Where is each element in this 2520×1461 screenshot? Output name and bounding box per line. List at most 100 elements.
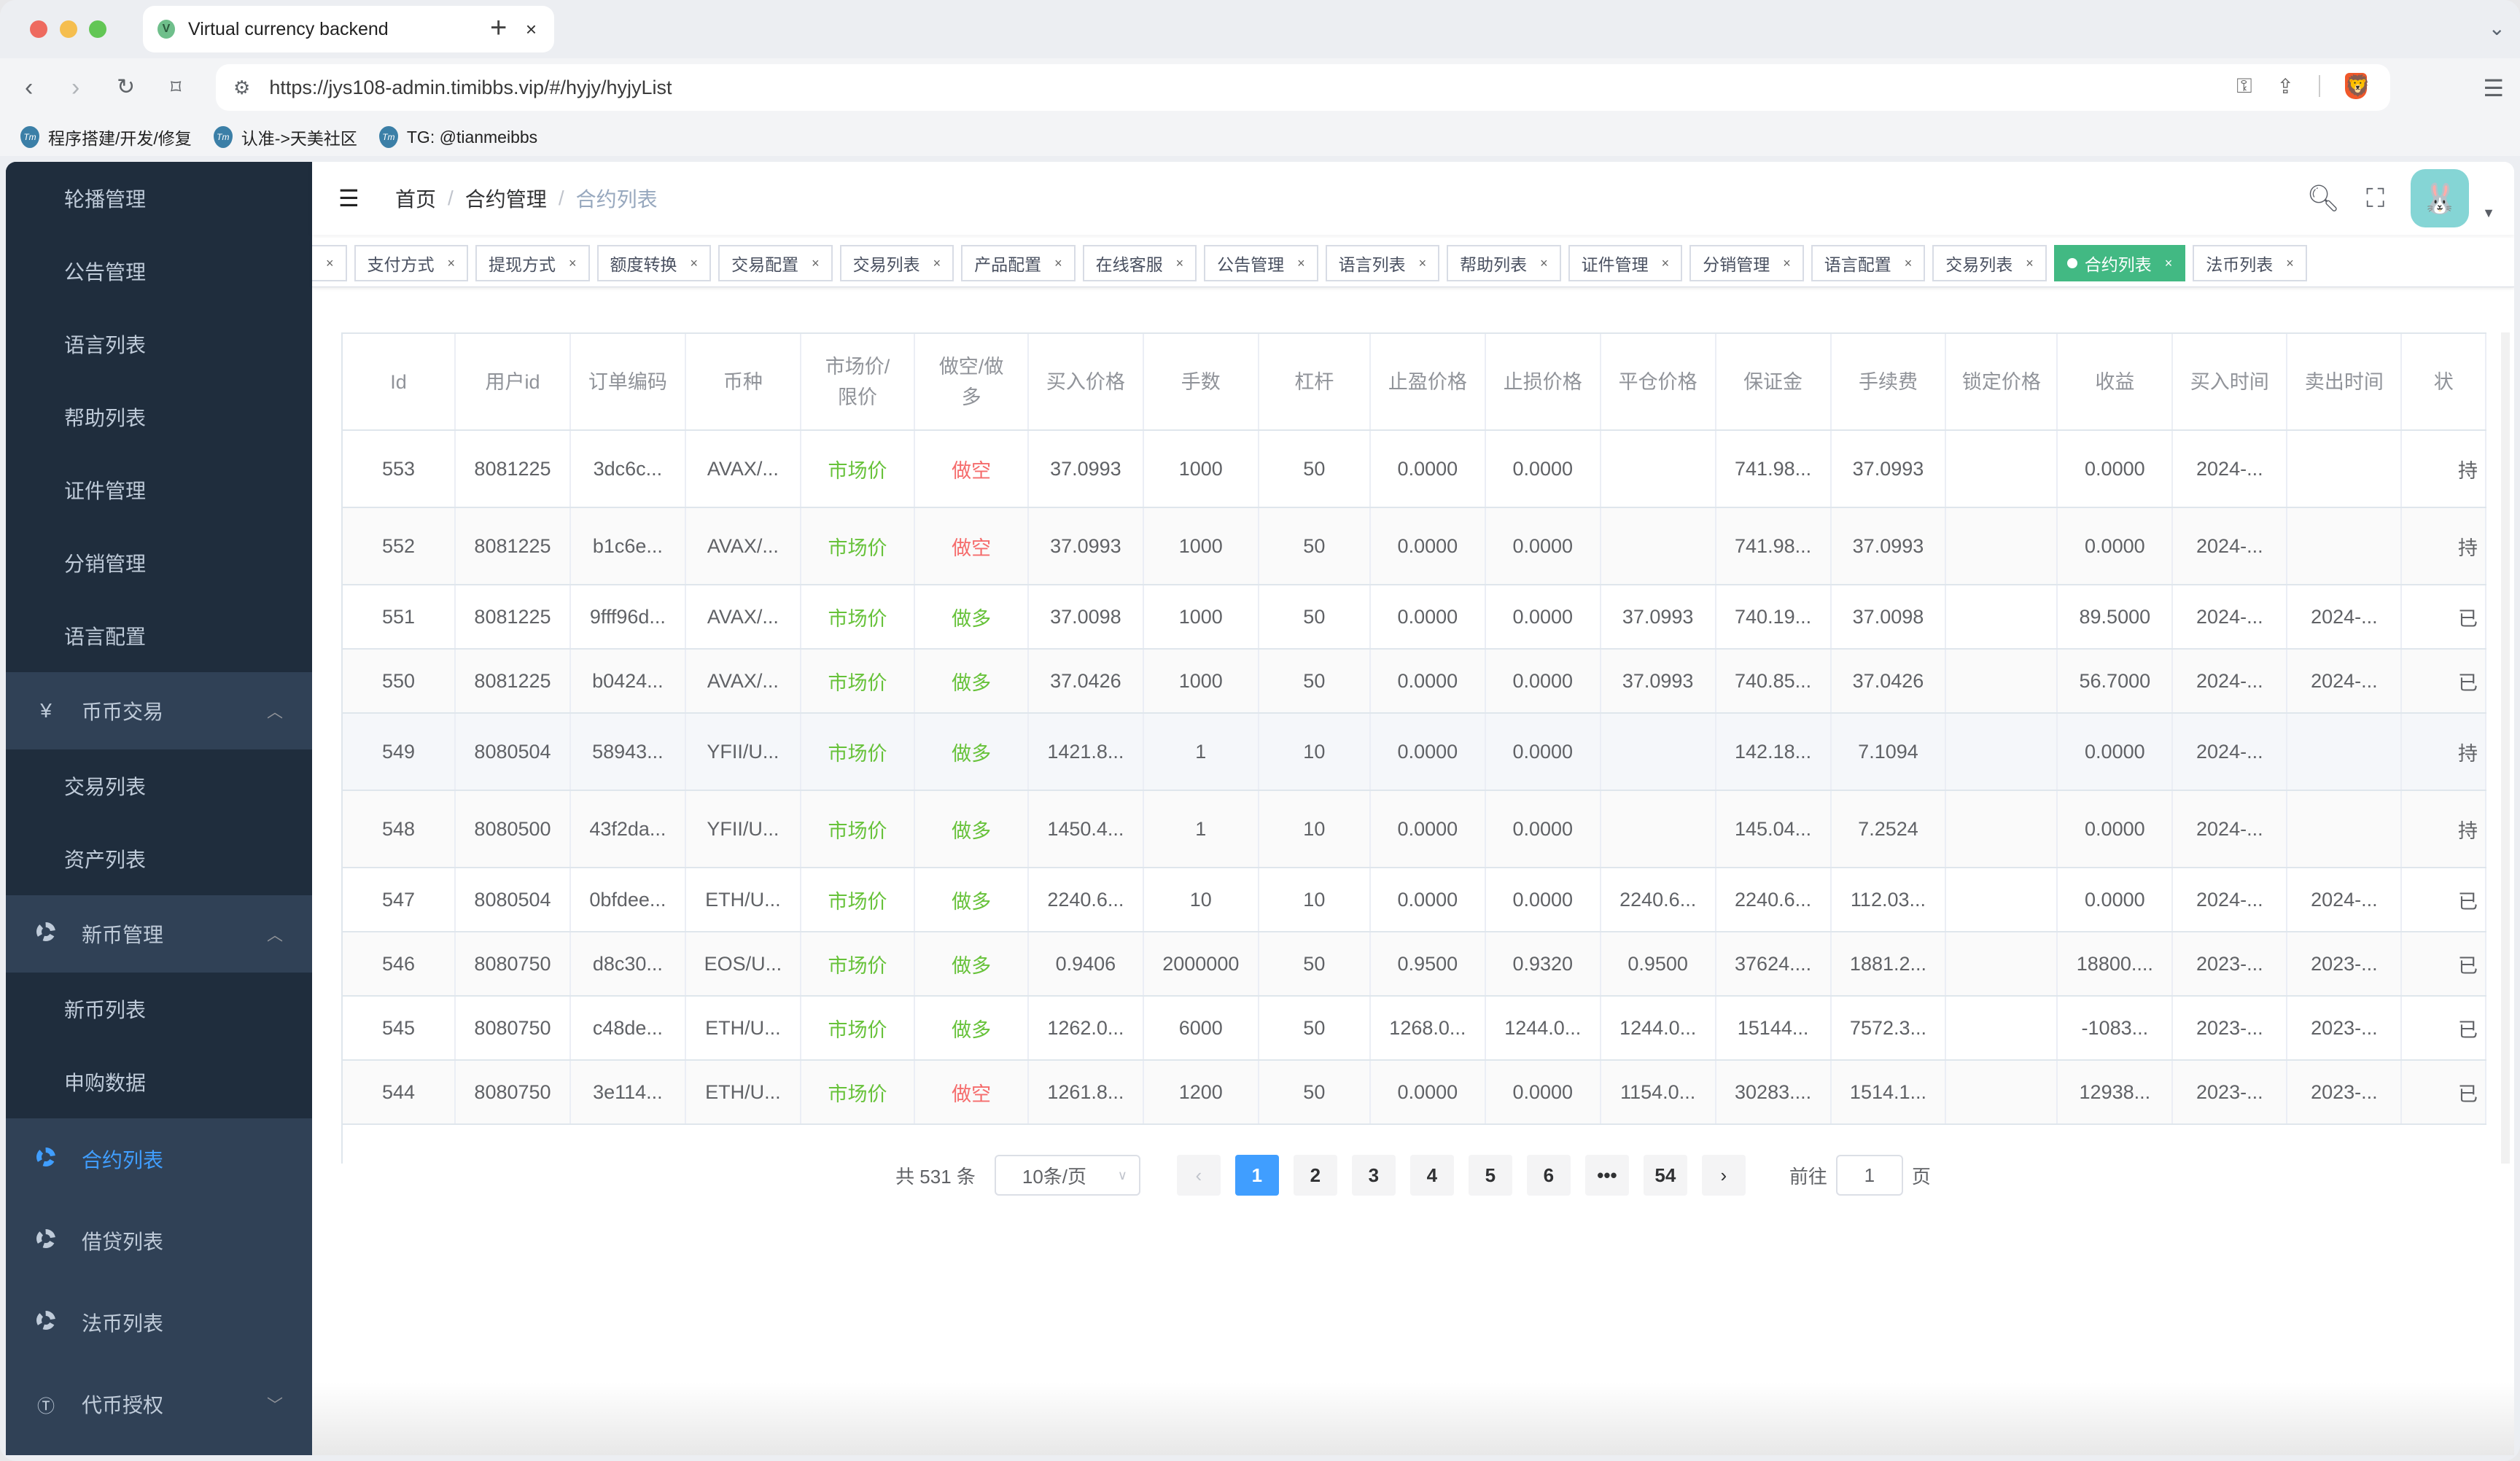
close-tag-icon[interactable]: × — [2165, 256, 2173, 271]
close-tag-icon[interactable]: × — [691, 256, 699, 271]
page-button-54[interactable]: 54 — [1643, 1155, 1687, 1196]
breadcrumb-contract-management[interactable]: 合约管理 — [465, 184, 547, 213]
key-icon[interactable]: ⚿ — [2236, 74, 2252, 98]
page-button-4[interactable]: 4 — [1409, 1155, 1454, 1196]
fullscreen-icon[interactable]: ⛶ — [2366, 183, 2384, 214]
sidebar-item-fiat-list[interactable]: 法币列表 — [6, 1282, 312, 1363]
page-button-6[interactable]: 6 — [1526, 1155, 1571, 1196]
more-pages-button[interactable]: ••• — [1584, 1155, 1629, 1196]
share-icon[interactable]: ⇪ — [2277, 74, 2294, 98]
close-tag-icon[interactable]: × — [1783, 256, 1791, 271]
sidebar-item-asset-list[interactable]: 资产列表 — [6, 822, 312, 895]
sidebar-group-coin-trading[interactable]: ¥ 币币交易 ︿ — [6, 672, 312, 749]
goto-page-input[interactable] — [1835, 1155, 1903, 1196]
page-size-select[interactable]: 10条/页 ∨ — [994, 1155, 1140, 1196]
close-tag-icon[interactable]: × — [326, 256, 334, 271]
brave-shield-icon[interactable]: 🦁 — [2345, 73, 2371, 99]
close-tag-icon[interactable]: × — [1176, 256, 1184, 271]
page-button-1[interactable]: 1 — [1234, 1155, 1279, 1196]
close-tag-icon[interactable]: × — [569, 256, 577, 271]
tag-15[interactable]: 合约列表 × — [2053, 245, 2186, 281]
close-tag-icon[interactable]: × — [448, 256, 456, 271]
tag-9[interactable]: 语言列表 × — [1325, 245, 1440, 281]
sidebar-group-token-auth[interactable]: Ⓣ 代币授权 ﹀ — [6, 1363, 312, 1445]
tag-11[interactable]: 证件管理 × — [1568, 245, 1683, 281]
avatar[interactable]: 🐰 — [2411, 169, 2470, 227]
table-row[interactable]: 551 8081225 9fff96d... AVAX/... 市场价 做多 37.0098… — [343, 585, 2486, 650]
tag-13[interactable]: 语言配置 × — [1811, 245, 1926, 281]
sidebar-item-subscription-data[interactable]: 申购数据 — [6, 1045, 312, 1118]
sidebar-item-contract-list[interactable]: 合约列表 — [6, 1118, 312, 1200]
hamburger-icon[interactable]: ☰ — [338, 187, 359, 210]
next-page-button[interactable]: › — [1701, 1155, 1746, 1196]
tag-0[interactable]: 录× — [312, 245, 347, 281]
close-tag-icon[interactable]: × — [1905, 256, 1913, 271]
close-window-button[interactable] — [30, 20, 47, 38]
close-tag-icon[interactable]: × — [1540, 256, 1548, 271]
sidebar-item-languages[interactable]: 语言列表 — [6, 308, 312, 381]
close-tag-icon[interactable]: × — [812, 256, 820, 271]
maximize-window-button[interactable] — [89, 20, 106, 38]
page-button-5[interactable]: 5 — [1468, 1155, 1512, 1196]
tag-7[interactable]: 在线客服 × — [1082, 245, 1197, 281]
sidebar-item-language-config[interactable]: 语言配置 — [6, 599, 312, 672]
table-row[interactable]: 548 8080500 43f2da... YFII/U... 市场价 做多 1450.4.… — [343, 790, 2486, 868]
tag-6[interactable]: 产品配置 × — [961, 245, 1076, 281]
tag-5[interactable]: 交易列表 × — [839, 245, 954, 281]
page-button-2[interactable]: 2 — [1293, 1155, 1337, 1196]
sidebar-item-announcements[interactable]: 公告管理 — [6, 235, 312, 308]
address-bar[interactable]: ⚙ https://jys108-admin.timibbs.vip/#/hyj… — [216, 64, 2390, 111]
sidebar-item-loan-list[interactable]: 借贷列表 — [6, 1200, 312, 1282]
close-tab-icon[interactable]: × — [526, 18, 537, 41]
close-tag-icon[interactable]: × — [1054, 256, 1062, 271]
tag-8[interactable]: 公告管理 × — [1204, 245, 1318, 281]
tag-3[interactable]: 额度转换 × — [596, 245, 712, 281]
tag-10[interactable]: 帮助列表 × — [1447, 245, 1561, 281]
bookmark-item[interactable]: Tm 程序搭建/开发/修复 — [20, 125, 192, 149]
prev-page-button[interactable]: ‹ — [1176, 1155, 1221, 1196]
tag-14[interactable]: 交易列表 × — [1932, 245, 2047, 281]
caret-down-icon[interactable]: ▼ — [2482, 206, 2495, 221]
tag-1[interactable]: 支付方式 × — [354, 245, 469, 281]
tag-2[interactable]: 提现方式 × — [475, 245, 590, 281]
site-settings-icon[interactable]: ⚙ — [233, 77, 250, 99]
sidebar-item-new-coin-list[interactable]: 新币列表 — [6, 973, 312, 1045]
tag-12[interactable]: 分销管理 × — [1689, 245, 1804, 281]
sidebar-group-new-coin[interactable]: 新币管理 ︿ — [6, 895, 312, 973]
close-tag-icon[interactable]: × — [2286, 256, 2294, 271]
table-scrollbar[interactable] — [2501, 332, 2510, 1164]
table-row[interactable]: 553 8081225 3dc6c... AVAX/... 市场价 做空 37.0993 10… — [343, 430, 2486, 508]
bookmark-item[interactable]: Tm TG: @tianmeibbs — [378, 126, 537, 148]
table-row[interactable]: 546 8080750 d8c30... EOS/U... 市场价 做多 0.9406 200… — [343, 932, 2486, 997]
forward-icon[interactable]: › — [71, 73, 79, 102]
back-icon[interactable]: ‹ — [25, 73, 33, 102]
page-button-3[interactable]: 3 — [1351, 1155, 1396, 1196]
search-icon[interactable]: 🔍︎ — [2306, 183, 2340, 214]
close-tag-icon[interactable]: × — [1419, 256, 1427, 271]
minimize-window-button[interactable] — [60, 20, 77, 38]
sidebar-item-distribution[interactable]: 分销管理 — [6, 526, 312, 599]
sidebar-item-help[interactable]: 帮助列表 — [6, 381, 312, 453]
table-row[interactable]: 544 8080750 3e114... ETH/U... 市场价 做空 1261.8...… — [343, 1060, 2486, 1125]
sidebar-item-documents[interactable]: 证件管理 — [6, 453, 312, 526]
bookmark-icon[interactable]: ⌑ — [171, 73, 181, 102]
table-row[interactable]: 552 8081225 b1c6e... AVAX/... 市场价 做空 37.0993 10… — [343, 507, 2486, 585]
sidebar-item-trade-list[interactable]: 交易列表 — [6, 749, 312, 822]
table-row[interactable]: 545 8080750 c48de... ETH/U... 市场价 做多 1262.0...… — [343, 996, 2486, 1061]
url-text[interactable]: https://jys108-admin.timibbs.vip/#/hyjy/… — [269, 77, 672, 99]
new-tab-button[interactable]: + — [490, 13, 507, 42]
sidebar-item-carousel[interactable]: 轮播管理 — [6, 162, 312, 235]
browser-menu-icon[interactable]: ☰ — [2483, 74, 2504, 102]
close-tag-icon[interactable]: × — [1297, 256, 1305, 271]
bookmark-item[interactable]: Tm 认准->天美社区 — [213, 125, 357, 149]
close-tag-icon[interactable]: × — [933, 256, 941, 271]
tag-16[interactable]: 法币列表 × — [2193, 245, 2307, 281]
table-row[interactable]: 547 8080504 0bfdee... ETH/U... 市场价 做多 2240.6..… — [343, 868, 2486, 932]
tag-4[interactable]: 交易配置 × — [718, 245, 833, 281]
table-row[interactable]: 549 8080504 58943... YFII/U... 市场价 做多 1421.8..… — [343, 713, 2486, 791]
chevron-down-icon[interactable]: ⌄ — [2489, 16, 2505, 40]
table-row[interactable]: 550 8081225 b0424... AVAX/... 市场价 做多 37.0426 10… — [343, 649, 2486, 714]
close-tag-icon[interactable]: × — [1662, 256, 1670, 271]
reload-icon[interactable]: ↻ — [117, 73, 135, 102]
breadcrumb-home[interactable]: 首页 — [395, 184, 436, 213]
